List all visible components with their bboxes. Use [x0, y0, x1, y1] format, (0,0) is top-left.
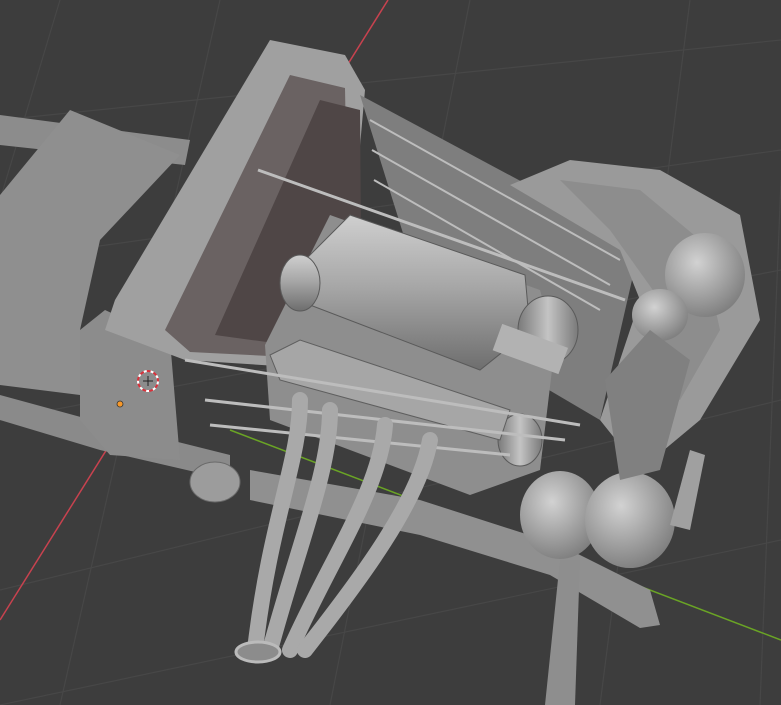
- object-origin-icon: [116, 400, 124, 408]
- 3d-viewport[interactable]: [0, 0, 781, 705]
- collector-outlet: [234, 640, 282, 664]
- motor-mount: [189, 461, 241, 503]
- front-axle: [545, 560, 580, 705]
- radiator-core: [605, 330, 690, 480]
- front-spring: [670, 450, 705, 530]
- blower-front-cap: [279, 254, 321, 312]
- headlight-bottom: [520, 471, 675, 568]
- hotrod-model[interactable]: [0, 40, 760, 705]
